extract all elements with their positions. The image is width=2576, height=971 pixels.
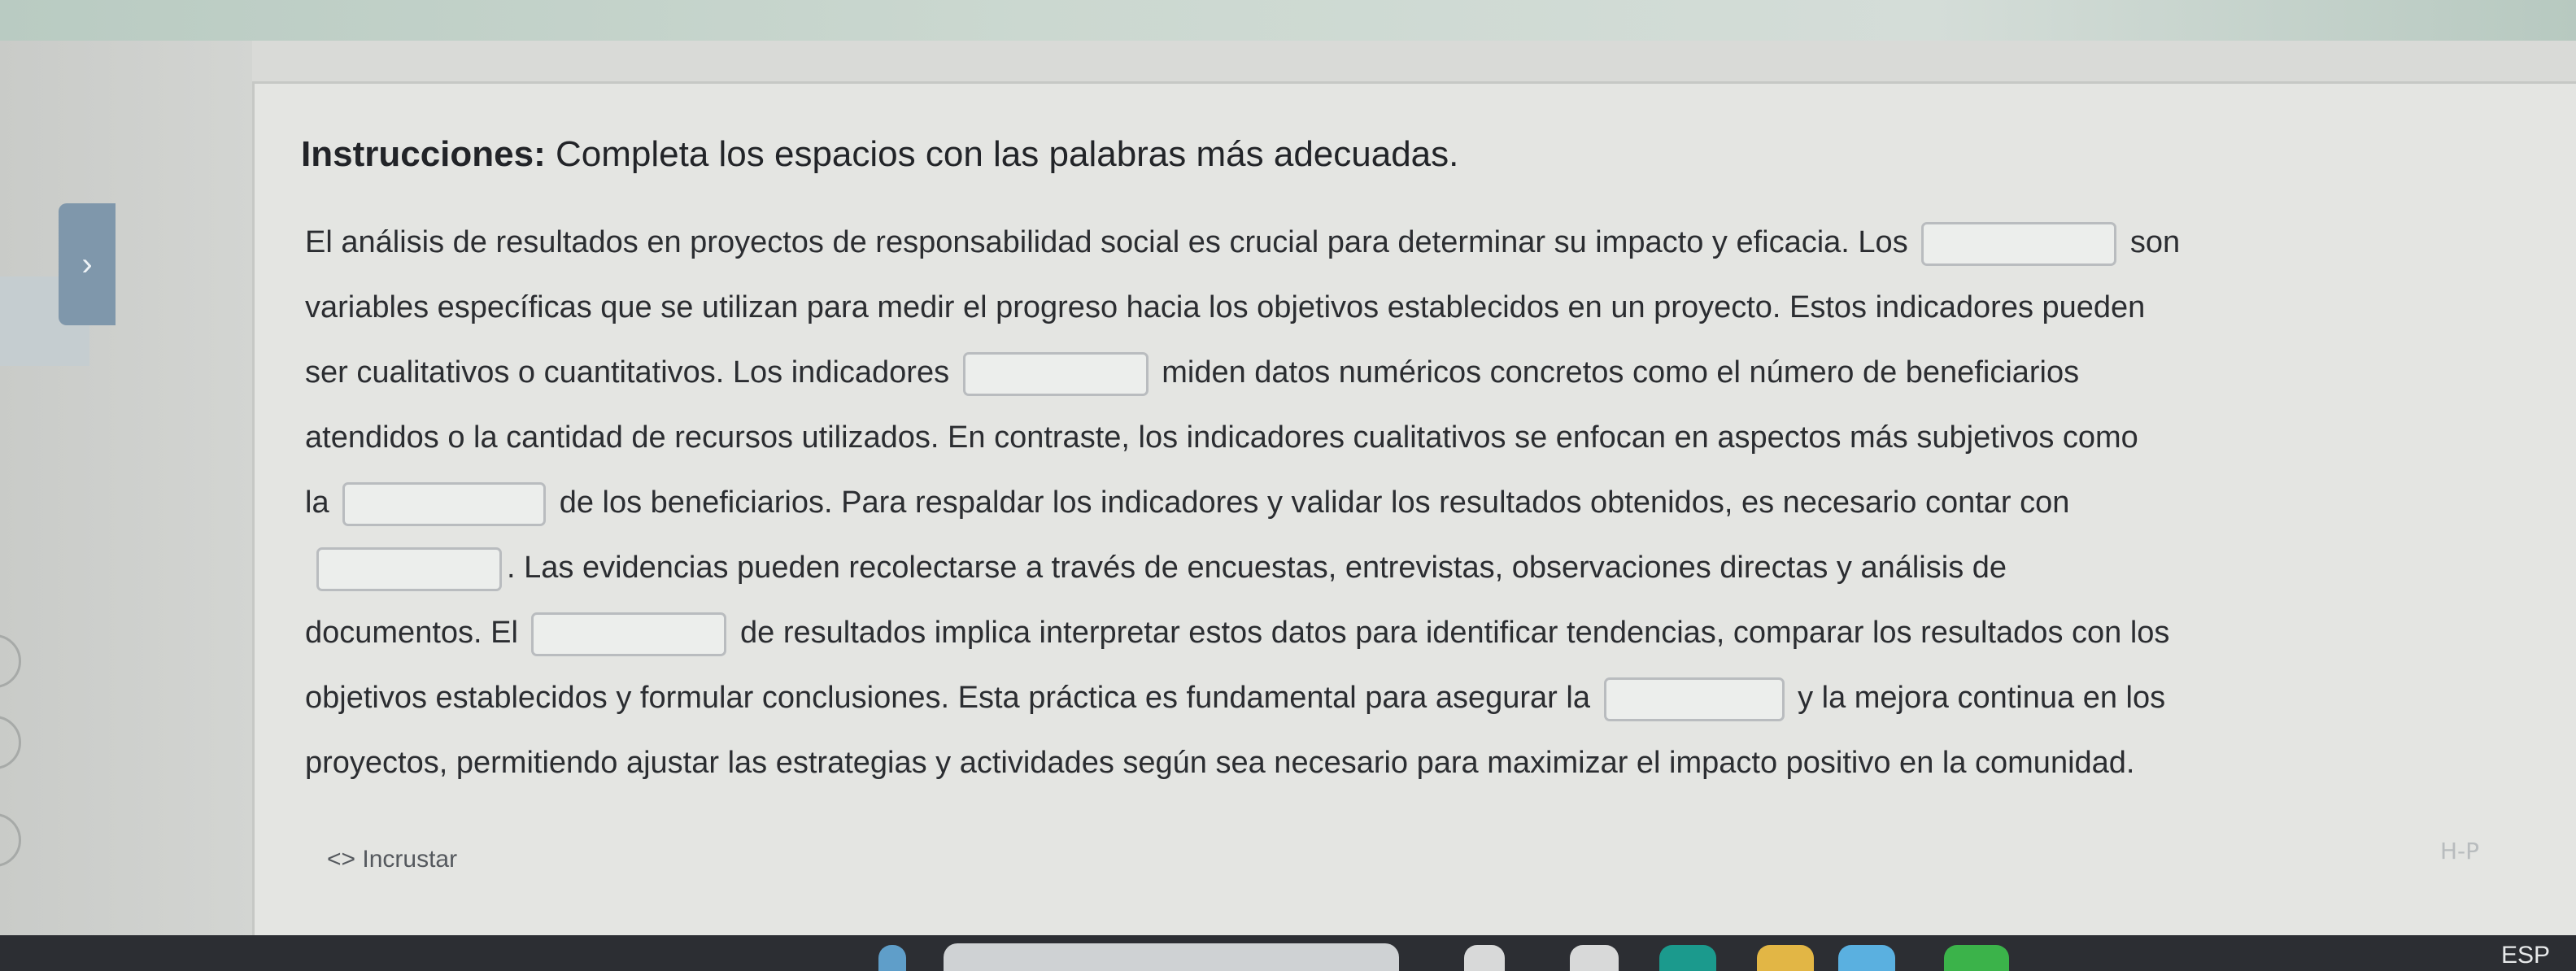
text-segment: El análisis de resultados en proyectos d…	[305, 225, 1908, 259]
edge-icon[interactable]	[1659, 945, 1716, 971]
instructions-text: Completa los espacios con las palabras m…	[545, 134, 1459, 174]
embed-label: Incrustar	[362, 846, 458, 873]
blank-input-4[interactable]	[316, 546, 502, 591]
app-icon[interactable]	[1464, 945, 1505, 971]
text-segment: miden datos numéricos concretos como el …	[1162, 355, 2080, 390]
paragraph-line: El análisis de resultados en proyectos d…	[305, 218, 2180, 267]
blank-input-6[interactable]	[1603, 677, 1785, 721]
text-segment: objetivos establecidos y formular conclu…	[305, 681, 1590, 715]
sidebar-toggle-button[interactable]: ›	[59, 203, 116, 325]
blank-input-3[interactable]	[342, 481, 547, 526]
text-segment: y la mejora continua en los	[1798, 681, 2166, 715]
text-segment: . Las evidencias pueden recolectarse a t…	[507, 551, 2007, 585]
paragraph-line: variables específicas que se utilizan pa…	[305, 283, 2145, 332]
store-icon[interactable]	[1838, 945, 1895, 971]
paragraph-line: objetivos establecidos y formular conclu…	[305, 673, 2165, 722]
file-explorer-icon[interactable]	[1757, 945, 1814, 971]
instructions-heading: Instrucciones: Completa los espacios con…	[301, 134, 1458, 175]
blank-input-2[interactable]	[962, 351, 1149, 396]
text-segment: proyectos, permitiendo ajustar las estra…	[305, 746, 2135, 780]
chevron-right-icon: ›	[81, 246, 93, 282]
task-view-icon[interactable]	[878, 945, 906, 971]
language-indicator[interactable]: ESP	[2501, 942, 2550, 969]
code-icon: <>	[327, 846, 356, 873]
left-margin	[0, 41, 252, 935]
app-icon[interactable]	[1944, 945, 2009, 971]
text-segment: de resultados implica interpretar estos …	[740, 616, 2170, 650]
paragraph-line: la de los beneficiarios. Para respaldar …	[305, 478, 2069, 527]
instructions-bold-label: Instrucciones:	[301, 134, 546, 174]
blank-input-1[interactable]	[1921, 221, 2117, 266]
text-segment: documentos. El	[305, 616, 518, 650]
paragraph-line: documentos. El de resultados implica int…	[305, 608, 2169, 657]
text-segment: atendidos o la cantidad de recursos util…	[305, 420, 2138, 455]
embed-link[interactable]: <> Incrustar	[327, 846, 457, 873]
blank-input-5[interactable]	[531, 612, 727, 656]
text-segment: son	[2129, 225, 2181, 259]
paragraph-line: . Las evidencias pueden recolectarse a t…	[305, 543, 2007, 592]
text-segment: ser cualitativos o cuantitativos. Los in…	[305, 355, 950, 390]
text-segment: la	[305, 485, 329, 520]
paragraph-line: ser cualitativos o cuantitativos. Los in…	[305, 348, 2079, 397]
taskbar-search-box[interactable]	[944, 943, 1399, 971]
paragraph-line: atendidos o la cantidad de recursos util…	[305, 413, 2138, 462]
text-segment: variables específicas que se utilizan pa…	[305, 290, 2146, 324]
browser-top-strip	[0, 0, 2576, 41]
paragraph-line: proyectos, permitiendo ajustar las estra…	[305, 738, 2134, 787]
watermark-logo: H-P	[2440, 838, 2480, 864]
app-icon[interactable]	[1570, 945, 1619, 971]
text-segment: de los beneficiarios. Para respaldar los…	[559, 485, 2070, 520]
